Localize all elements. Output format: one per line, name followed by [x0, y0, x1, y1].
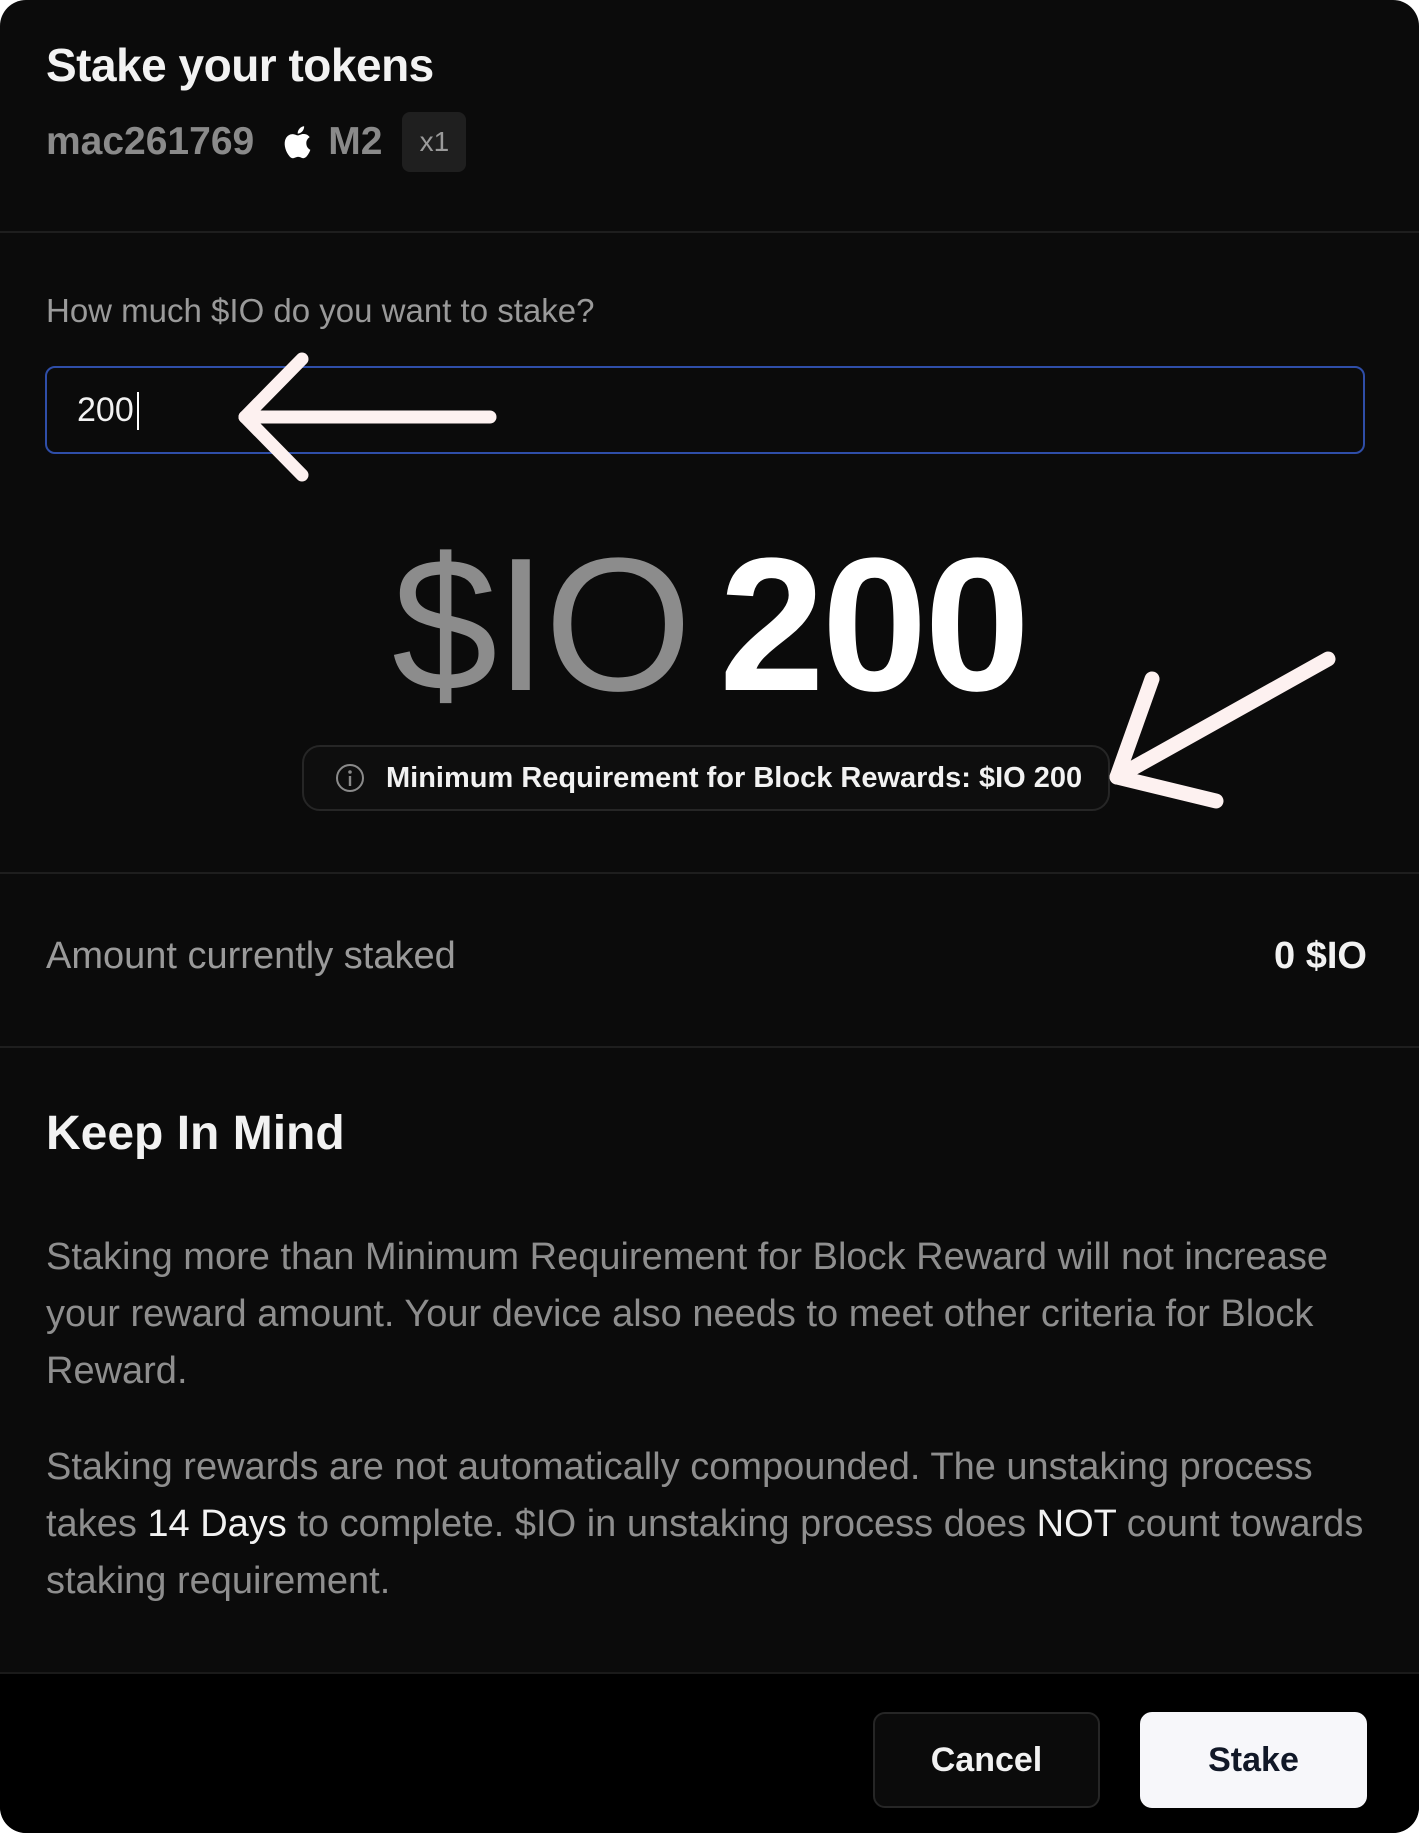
text-cursor	[137, 392, 139, 430]
stake-question-label: How much $IO do you want to stake?	[46, 292, 595, 329]
device-count-badge: x1	[402, 112, 467, 172]
device-info: mac261769 M2 x1	[46, 112, 467, 172]
divider	[0, 872, 1419, 874]
modal-header: Stake your tokens mac261769 M2 x1	[0, 0, 1419, 233]
minimum-requirement-text: Minimum Requirement for Block Rewards: $…	[386, 761, 1083, 794]
divider	[0, 1046, 1419, 1048]
modal-title: Stake your tokens	[46, 39, 434, 91]
cancel-button[interactable]: Cancel	[873, 1712, 1100, 1808]
keep-in-mind-paragraph-1: Staking more than Minimum Requirement fo…	[46, 1236, 1328, 1392]
apple-icon	[284, 126, 311, 159]
not-emphasis: NOT	[1036, 1503, 1117, 1545]
device-name: mac261769	[46, 120, 255, 163]
staked-amount-label: Amount currently staked	[46, 935, 456, 977]
minimum-requirement-badge: Minimum Requirement for Block Rewards: $…	[302, 745, 1110, 811]
chip-label: M2	[328, 120, 383, 163]
stake-modal: Stake your tokens mac261769 M2 x1 How mu…	[0, 0, 1419, 1833]
stake-amount-input[interactable]	[45, 366, 1365, 454]
keep-in-mind-paragraph-2: Staking rewards are not automatically co…	[46, 1439, 1366, 1610]
preview-currency: $IO	[391, 519, 692, 731]
stake-button[interactable]: Stake	[1140, 1712, 1367, 1808]
keep-in-mind-title: Keep In Mind	[46, 1107, 345, 1160]
para2-text: to complete. $IO in unstaking process do…	[286, 1503, 1037, 1545]
staked-amount-value: 0 $IO	[1274, 935, 1367, 977]
info-icon	[336, 764, 364, 792]
preview-amount: 200	[719, 519, 1030, 731]
stake-amount-preview: $IO 200	[0, 530, 1419, 720]
unstaking-days: 14 Days	[147, 1503, 287, 1545]
